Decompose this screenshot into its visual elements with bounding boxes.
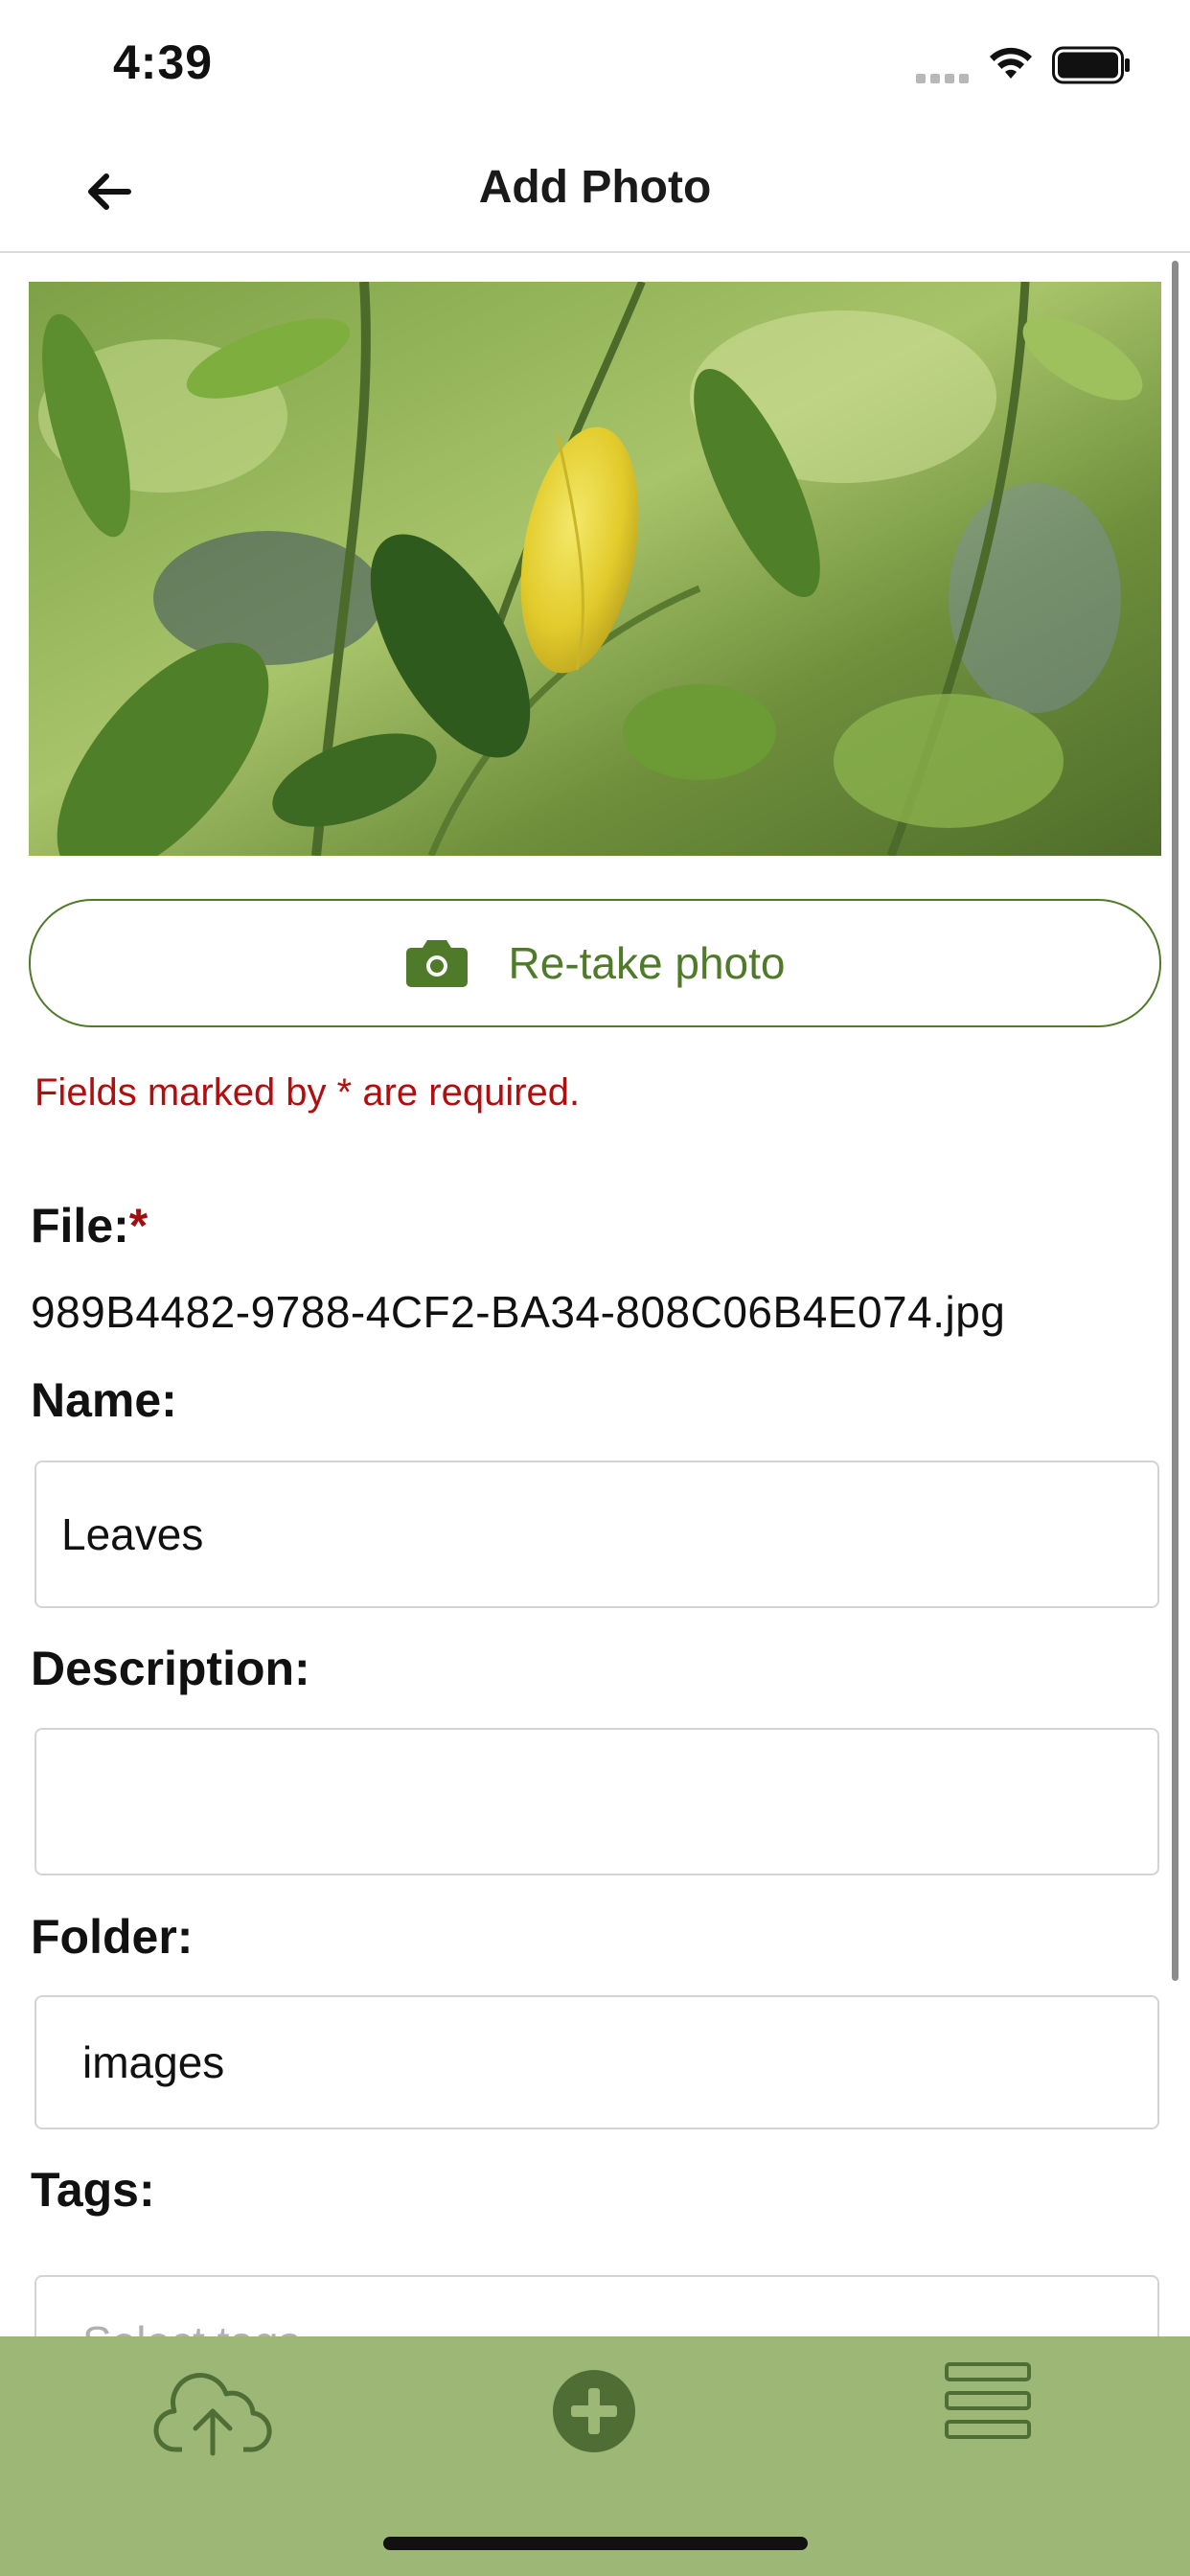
- name-input[interactable]: Leaves: [34, 1460, 1159, 1608]
- name-input-value: Leaves: [61, 1509, 204, 1559]
- status-bar: 4:39: [0, 0, 1190, 125]
- required-fields-note: Fields marked by * are required.: [34, 1071, 581, 1114]
- cloud-upload-icon[interactable]: [153, 2365, 272, 2461]
- tags-label: Tags:: [31, 2163, 155, 2217]
- description-input[interactable]: [34, 1728, 1159, 1875]
- leaves-photo: [29, 282, 1161, 856]
- home-indicator: [383, 2537, 808, 2550]
- cellular-signal-icon: [916, 71, 973, 83]
- required-star: *: [128, 1199, 149, 1253]
- camera-icon: [405, 940, 468, 987]
- file-label: File:*: [31, 1199, 149, 1253]
- battery-icon: [1052, 46, 1130, 84]
- wifi-icon: [990, 47, 1032, 79]
- navigation-bar: Add Photo: [0, 125, 1190, 253]
- page-title: Add Photo: [478, 162, 712, 213]
- description-label: Description:: [31, 1642, 310, 1695]
- menu-icon[interactable]: [945, 2361, 1031, 2440]
- status-time: 4:39: [113, 35, 214, 89]
- scrollbar[interactable]: [1172, 261, 1179, 1981]
- folder-select-value: images: [82, 2037, 225, 2087]
- plus-circle-icon[interactable]: [552, 2369, 636, 2453]
- file-name-value: 989B4482-9788-4CF2-BA34-808C06B4E074.jpg: [31, 1287, 1006, 1337]
- photo-preview: [29, 282, 1161, 856]
- name-label: Name:: [31, 1373, 177, 1427]
- folder-label: Folder:: [31, 1910, 194, 1964]
- retake-photo-button[interactable]: Re-take photo: [29, 899, 1161, 1027]
- retake-photo-label: Re-take photo: [508, 938, 786, 988]
- folder-select[interactable]: images: [34, 1995, 1159, 2129]
